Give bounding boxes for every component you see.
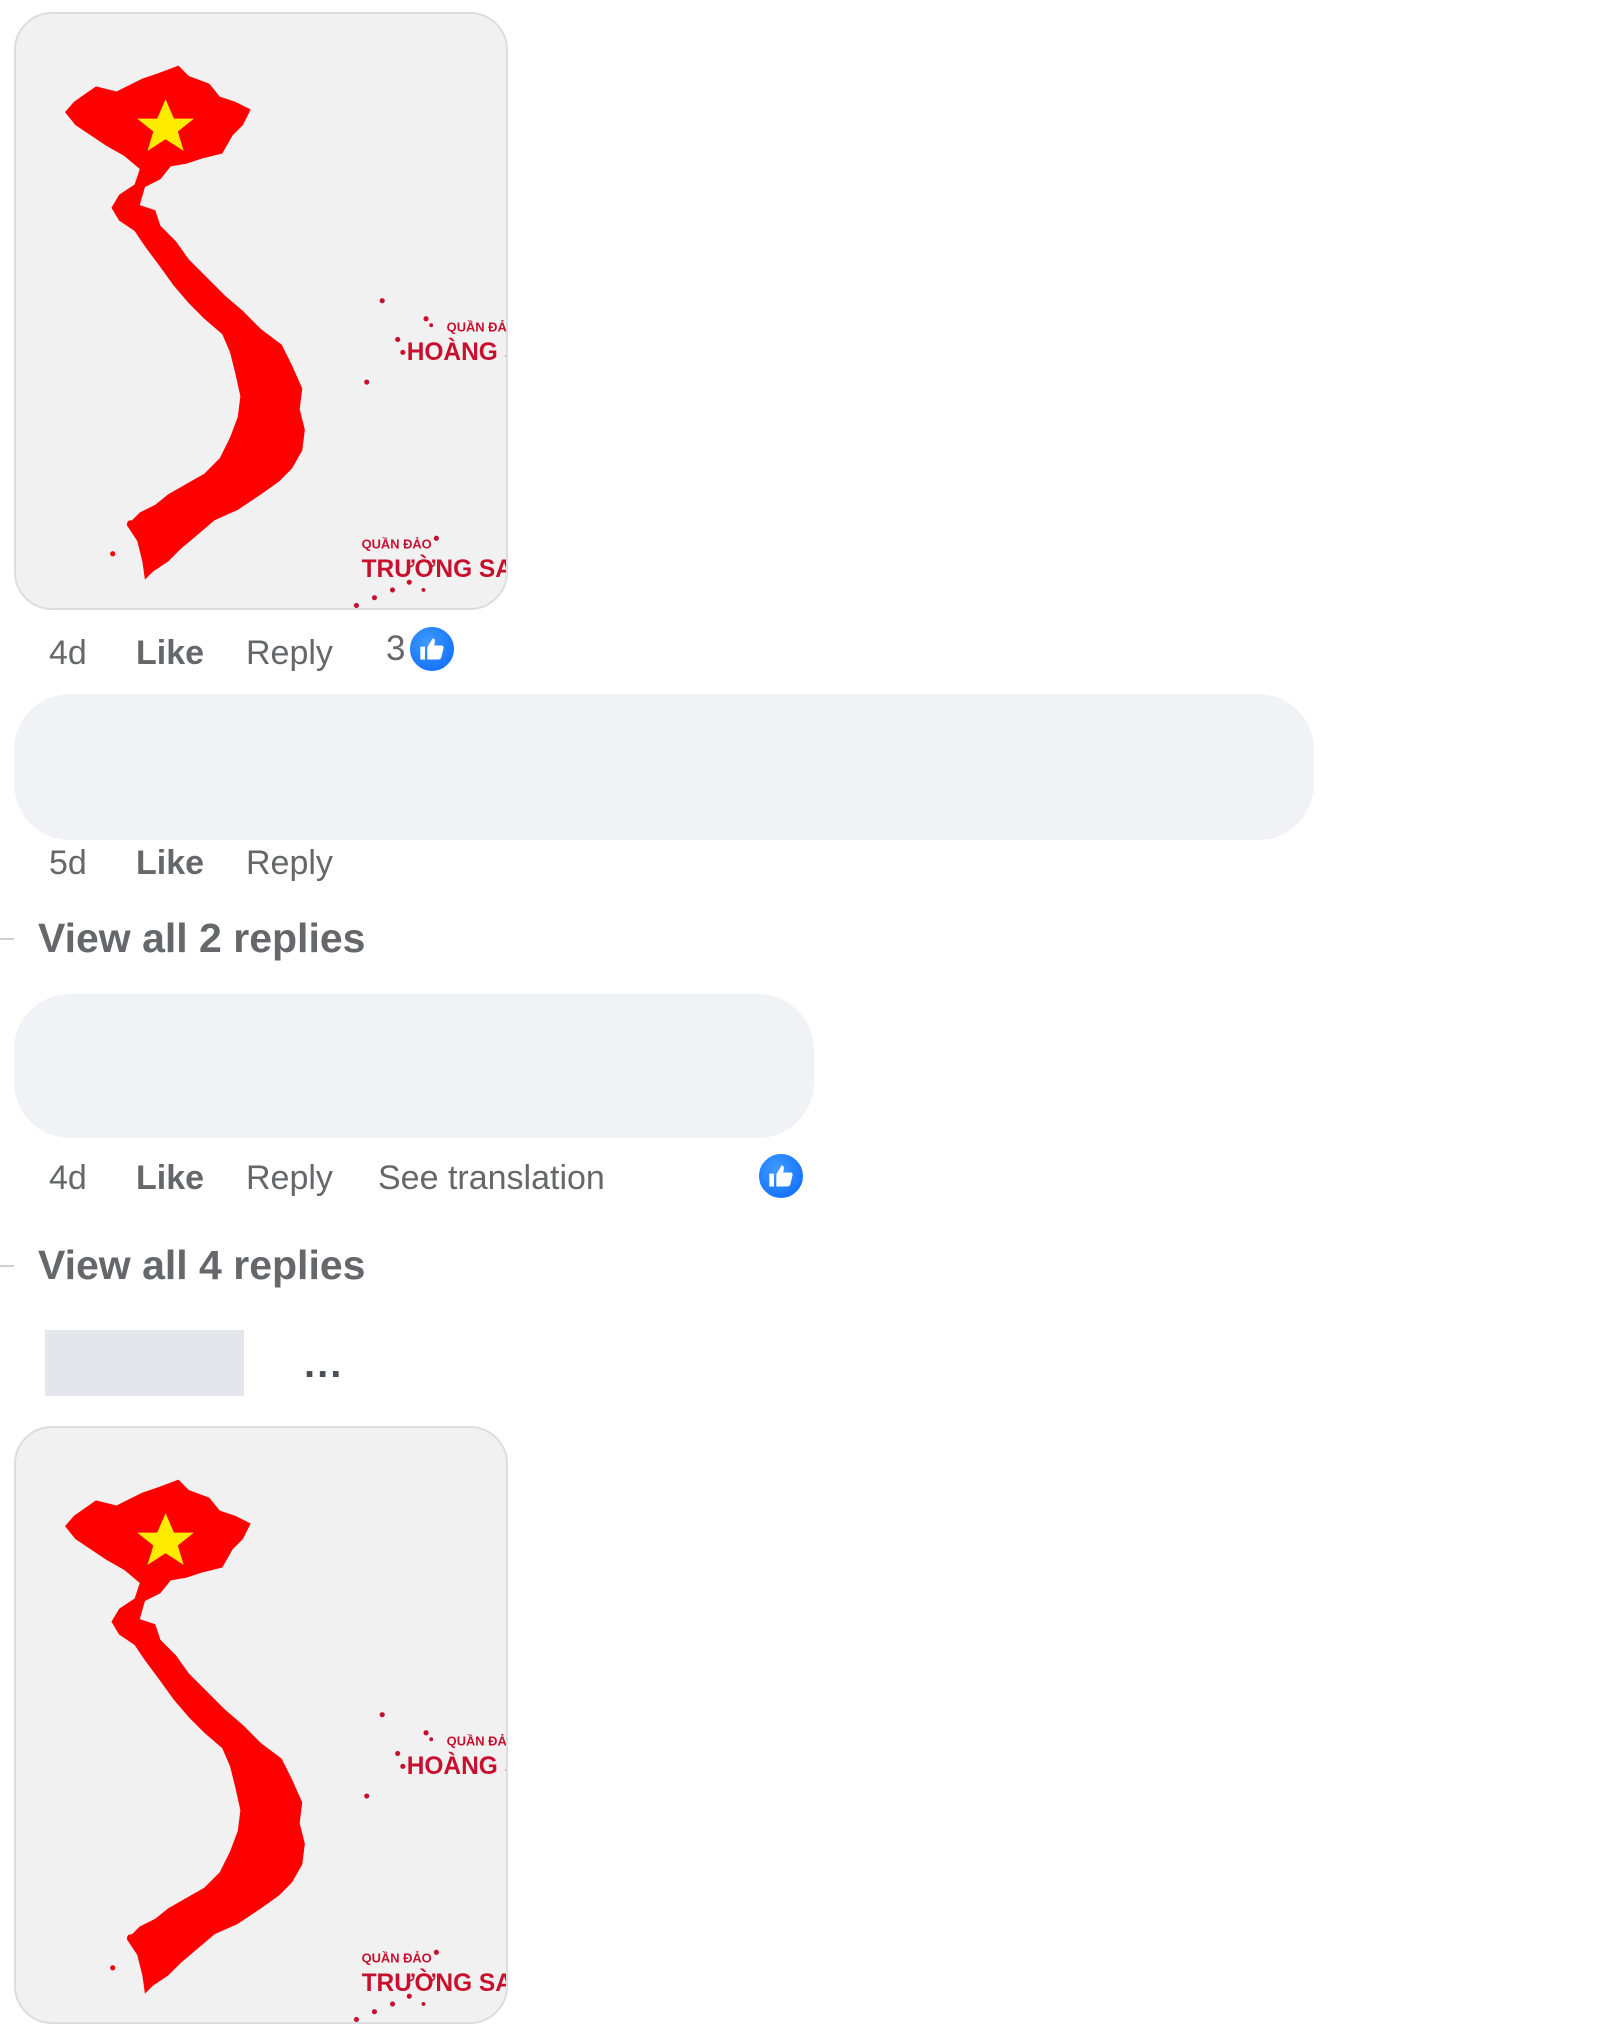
map-label-truong-sa: TRƯỜNG SA bbox=[362, 1969, 506, 1997]
like-button[interactable]: Like bbox=[136, 843, 204, 883]
map-label-small: QUẦN ĐẢO bbox=[362, 1951, 432, 1966]
map-label-hoang-sa: HOÀNG SA bbox=[407, 1752, 506, 1780]
vietnam-map-image: QUẦN ĐẢO HOÀNG SA QUẦN ĐẢO TRƯỜNG SA bbox=[65, 1479, 506, 2022]
thread-connector bbox=[0, 1265, 14, 1267]
thumbs-up-icon bbox=[407, 624, 458, 674]
view-replies-link[interactable]: View all 4 replies bbox=[38, 1241, 365, 1289]
comment-bubble bbox=[14, 694, 1314, 840]
reply-button[interactable]: Reply bbox=[246, 1158, 333, 1198]
map-label-small: QUẦN ĐẢO bbox=[447, 1734, 506, 1749]
map-label-small: QUẦN ĐẢO bbox=[447, 320, 506, 335]
thumbs-up-icon bbox=[756, 1151, 806, 1201]
comment-image-attachment[interactable]: QUẦN ĐẢO HOÀNG SA QUẦN ĐẢO TRƯỜNG SA bbox=[14, 12, 508, 610]
reaction-summary[interactable]: 3 bbox=[386, 624, 458, 674]
map-label-hoang-sa: HOÀNG SA bbox=[407, 338, 506, 366]
reaction-count: 3 bbox=[386, 629, 406, 668]
author-name[interactable] bbox=[45, 1330, 244, 1396]
vietnam-map-image: QUẦN ĐẢO HOÀNG SA QUẦN ĐẢO TRƯỜNG SA bbox=[65, 65, 506, 608]
reply-button[interactable]: Reply bbox=[246, 843, 333, 883]
reaction-summary[interactable] bbox=[756, 1151, 806, 1201]
comment-timestamp[interactable]: 5d bbox=[49, 843, 87, 883]
thread-connector bbox=[0, 938, 14, 940]
comment-image-attachment[interactable]: QUẦN ĐẢO HOÀNG SA QUẦN ĐẢO TRƯỜNG SA bbox=[14, 1426, 508, 2024]
like-button[interactable]: Like bbox=[136, 633, 204, 673]
view-replies-link[interactable]: View all 2 replies bbox=[38, 914, 365, 962]
map-label-small: QUẦN ĐẢO bbox=[362, 537, 432, 552]
comment-timestamp[interactable]: 4d bbox=[49, 1158, 87, 1198]
comment-bubble bbox=[14, 994, 814, 1138]
more-options-icon[interactable]: ... bbox=[304, 1344, 343, 1384]
comment-timestamp[interactable]: 4d bbox=[49, 633, 87, 673]
see-translation-link[interactable]: See translation bbox=[378, 1158, 605, 1198]
map-label-truong-sa: TRƯỜNG SA bbox=[362, 555, 506, 583]
reply-button[interactable]: Reply bbox=[246, 633, 333, 673]
like-button[interactable]: Like bbox=[136, 1158, 204, 1198]
